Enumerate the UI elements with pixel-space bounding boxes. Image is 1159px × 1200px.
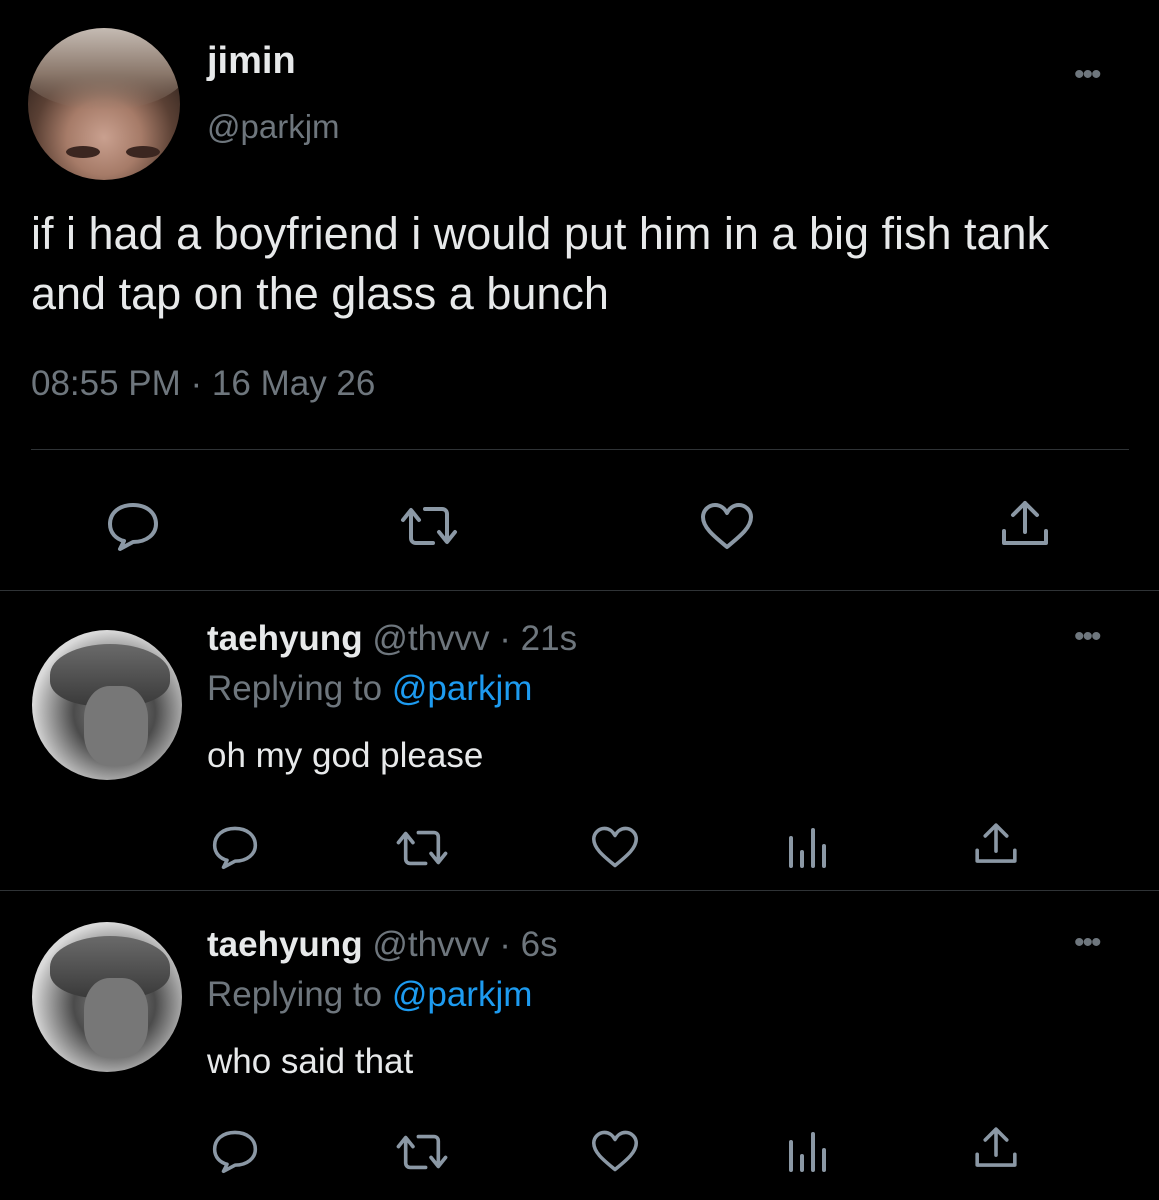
reply-display-name[interactable]: taehyung <box>207 925 363 964</box>
retweet-icon[interactable] <box>393 826 451 870</box>
author-display-name[interactable]: jimin <box>207 40 296 83</box>
avatar[interactable] <box>32 922 182 1072</box>
share-icon[interactable] <box>970 1124 1022 1172</box>
analytics-icon[interactable] <box>785 822 829 870</box>
reply-icon[interactable] <box>210 1128 260 1174</box>
author-handle[interactable]: @parkjm <box>207 108 340 146</box>
tweet-text: if i had a boyfriend i would put him in … <box>31 208 1050 319</box>
reply-header: taehyung @thvvv · 21s <box>207 619 577 659</box>
reply-icon[interactable] <box>105 500 161 552</box>
reply-header: taehyung @thvvv · 6s <box>207 925 558 965</box>
more-options-icon[interactable]: ••• <box>1074 926 1101 960</box>
like-icon[interactable] <box>697 500 757 552</box>
divider <box>0 890 1159 891</box>
avatar-hair <box>28 28 180 110</box>
like-icon[interactable] <box>588 1128 642 1174</box>
divider <box>0 590 1159 591</box>
retweet-icon[interactable] <box>397 502 461 550</box>
avatar[interactable] <box>28 28 180 180</box>
more-options-icon[interactable]: ••• <box>1074 620 1101 654</box>
reply-icon[interactable] <box>210 824 260 870</box>
more-options-icon[interactable]: ••• <box>1074 58 1101 92</box>
reply-text: oh my god please <box>207 736 484 775</box>
mention-link[interactable]: @parkjm <box>392 975 533 1014</box>
reply-text: who said that <box>207 1042 414 1081</box>
replying-to: Replying to @parkjm <box>207 975 532 1015</box>
avatar-face <box>84 978 148 1058</box>
reply-handle-time[interactable]: @thvvv · 6s <box>372 925 557 964</box>
share-icon[interactable] <box>970 820 1022 868</box>
reply-display-name[interactable]: taehyung <box>207 619 363 658</box>
like-icon[interactable] <box>588 824 642 870</box>
avatar-eye-right <box>126 146 160 158</box>
share-icon[interactable] <box>996 498 1054 550</box>
retweet-icon[interactable] <box>393 1130 451 1174</box>
replying-label: Replying to <box>207 669 392 708</box>
reply-handle-time[interactable]: @thvvv · 21s <box>372 619 577 658</box>
avatar-eye-left <box>66 146 100 158</box>
avatar-face <box>84 686 148 766</box>
analytics-icon[interactable] <box>785 1126 829 1174</box>
avatar[interactable] <box>32 630 182 780</box>
mention-link[interactable]: @parkjm <box>392 669 533 708</box>
divider <box>31 449 1129 450</box>
replying-label: Replying to <box>207 975 392 1014</box>
replying-to: Replying to @parkjm <box>207 669 532 709</box>
tweet-timestamp[interactable]: 08:55 PM · 16 May 26 <box>31 364 375 404</box>
